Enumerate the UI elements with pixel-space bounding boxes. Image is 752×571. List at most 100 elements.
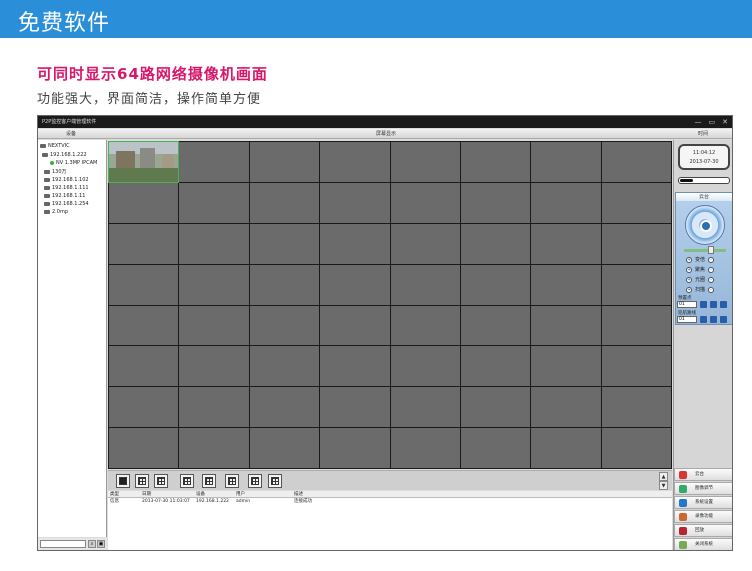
tree-item-group[interactable]: 192.168.1.222 xyxy=(42,151,87,159)
ptz-center-icon[interactable] xyxy=(700,220,712,232)
settings-icon[interactable]: ▣ xyxy=(97,540,105,548)
video-cell[interactable] xyxy=(460,346,531,387)
plus-icon[interactable]: + xyxy=(686,277,692,283)
video-cell[interactable] xyxy=(109,182,179,223)
video-cell-live[interactable] xyxy=(107,141,180,183)
video-cell[interactable] xyxy=(109,387,179,428)
cruise-grid-icon[interactable] xyxy=(720,316,727,323)
video-cell[interactable] xyxy=(179,182,249,223)
search-icon[interactable]: ⌕ xyxy=(88,540,96,548)
video-cell[interactable] xyxy=(390,387,460,428)
tree-item-root[interactable]: NEXTVIC xyxy=(40,142,70,150)
layout-16-button[interactable] xyxy=(180,474,194,488)
video-cell[interactable] xyxy=(109,428,179,468)
menu-item-ptz[interactable]: 云台 xyxy=(674,468,732,481)
cruise-select[interactable]: 01 xyxy=(677,316,697,323)
video-cell[interactable] xyxy=(179,387,249,428)
video-cell[interactable] xyxy=(320,223,390,264)
video-cell[interactable] xyxy=(179,346,249,387)
preset-select[interactable]: 01 xyxy=(677,301,697,308)
maximize-icon[interactable]: ▭ xyxy=(709,116,716,128)
video-cell[interactable] xyxy=(320,142,390,182)
video-cell[interactable] xyxy=(460,305,531,346)
video-cell[interactable] xyxy=(320,428,390,468)
video-cell[interactable] xyxy=(249,264,320,305)
fullscreen-icon[interactable] xyxy=(268,474,282,488)
plus-icon[interactable]: + xyxy=(686,267,692,273)
tree-item-device[interactable]: 130万 xyxy=(44,168,67,176)
video-cell[interactable] xyxy=(531,223,601,264)
preset-add-icon[interactable] xyxy=(710,301,717,308)
video-cell[interactable] xyxy=(249,142,320,182)
video-cell[interactable] xyxy=(390,428,460,468)
video-cell[interactable] xyxy=(109,223,179,264)
minus-icon[interactable]: - xyxy=(708,267,715,273)
video-cell[interactable] xyxy=(109,346,179,387)
video-cell[interactable] xyxy=(460,142,531,182)
tree-item-device[interactable]: 192.168.1.11 xyxy=(44,192,85,200)
video-cell[interactable] xyxy=(109,305,179,346)
tree-item-device[interactable]: 192.168.1.102 xyxy=(44,176,89,184)
ptz-speed-knob[interactable] xyxy=(708,246,714,254)
video-cell[interactable] xyxy=(390,264,460,305)
minimize-icon[interactable]: — xyxy=(695,116,702,128)
layout-25-button[interactable] xyxy=(202,474,216,488)
menu-item-record[interactable]: 录像功能 xyxy=(674,510,732,523)
video-cell[interactable] xyxy=(390,182,460,223)
tree-item-device[interactable]: 2.0mp xyxy=(44,208,68,216)
ptz-direction-pad[interactable] xyxy=(685,205,725,245)
menu-item-image[interactable]: 图像调节 xyxy=(674,482,732,495)
scroll-down-icon[interactable]: ▼ xyxy=(659,481,668,490)
video-cell[interactable] xyxy=(601,264,671,305)
video-cell[interactable] xyxy=(531,346,601,387)
tree-search-input[interactable] xyxy=(40,540,86,548)
preset-call-icon[interactable] xyxy=(700,301,707,308)
tree-item-camera[interactable]: NV 1.3MP IPCAM xyxy=(50,159,97,167)
video-cell[interactable] xyxy=(531,305,601,346)
close-icon[interactable]: ✕ xyxy=(722,116,728,128)
video-cell[interactable] xyxy=(390,305,460,346)
video-cell[interactable] xyxy=(460,264,531,305)
video-cell[interactable] xyxy=(601,182,671,223)
video-cell[interactable] xyxy=(601,428,671,468)
minus-icon[interactable]: - xyxy=(708,287,715,293)
video-cell[interactable] xyxy=(460,182,531,223)
video-cell[interactable] xyxy=(249,223,320,264)
video-cell[interactable] xyxy=(249,305,320,346)
video-cell[interactable] xyxy=(320,346,390,387)
layout-9-button[interactable] xyxy=(154,474,168,488)
menu-item-exit[interactable]: 关闭系统 xyxy=(674,538,732,550)
cruise-stop-icon[interactable] xyxy=(710,316,717,323)
video-cell[interactable] xyxy=(179,305,249,346)
video-cell[interactable] xyxy=(531,142,601,182)
video-cell[interactable] xyxy=(531,182,601,223)
video-cell[interactable] xyxy=(249,387,320,428)
video-cell[interactable] xyxy=(531,428,601,468)
layout-36-button[interactable] xyxy=(225,474,239,488)
ptz-speed-slider[interactable] xyxy=(684,249,726,252)
video-cell[interactable] xyxy=(249,428,320,468)
video-cell[interactable] xyxy=(460,428,531,468)
video-cell[interactable] xyxy=(249,182,320,223)
video-cell[interactable] xyxy=(320,182,390,223)
volume-slider[interactable] xyxy=(678,177,730,184)
video-cell[interactable] xyxy=(531,387,601,428)
video-cell[interactable] xyxy=(390,223,460,264)
video-cell[interactable] xyxy=(460,223,531,264)
video-cell[interactable] xyxy=(531,264,601,305)
video-cell[interactable] xyxy=(249,346,320,387)
video-cell[interactable] xyxy=(601,142,671,182)
layout-4-button[interactable] xyxy=(135,474,149,488)
plus-icon[interactable]: + xyxy=(686,257,692,263)
minus-icon[interactable]: - xyxy=(708,277,715,283)
menu-item-playback[interactable]: 回放 xyxy=(674,524,732,537)
minus-icon[interactable]: - xyxy=(708,257,715,263)
video-cell[interactable] xyxy=(320,305,390,346)
video-cell[interactable] xyxy=(179,428,249,468)
tree-item-device[interactable]: 192.168.1.254 xyxy=(44,200,89,208)
video-cell[interactable] xyxy=(460,387,531,428)
video-cell[interactable] xyxy=(179,142,249,182)
menu-item-settings[interactable]: 系统设置 xyxy=(674,496,732,509)
video-cell[interactable] xyxy=(390,142,460,182)
preset-delete-icon[interactable] xyxy=(720,301,727,308)
